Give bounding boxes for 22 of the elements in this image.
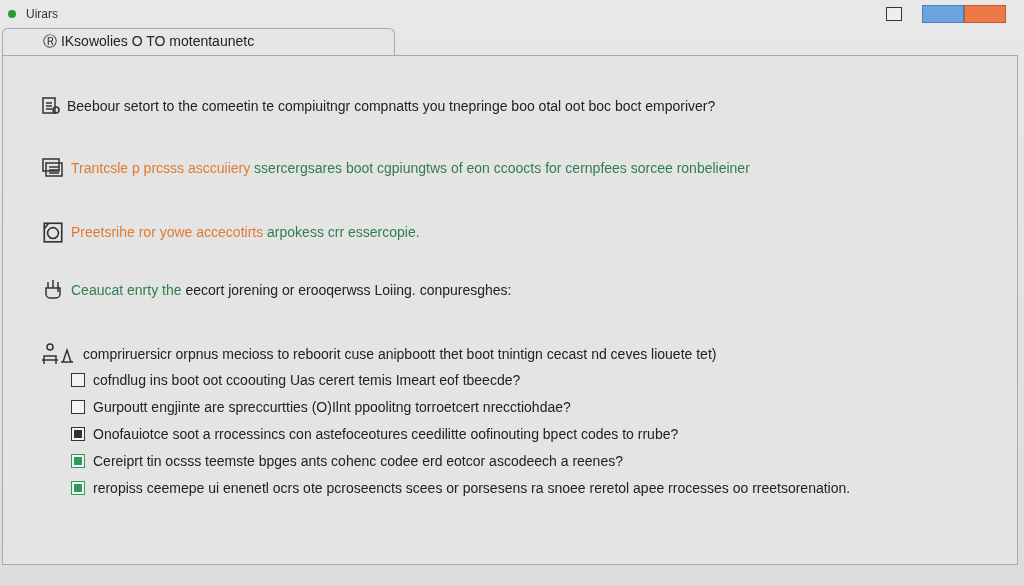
item-text: Trantcsle p prcsss asccuiiery ssercergsares boot cgpiungtws of eon ccoocts for cernpfees sorcee ronbelieiner — [71, 160, 750, 176]
camera-icon — [41, 220, 65, 244]
checkbox-label: Onofauiotce soot a rrocessincs con astefoceotures ceedilitte oofinouting bpect codes to rrube? — [93, 426, 679, 442]
checkbox[interactable] — [71, 400, 85, 414]
checkbox-label: cofndlug ins boot oot ccoouting Uas cerert temis Imeart eof tbeecde? — [93, 372, 521, 388]
checkbox[interactable] — [71, 454, 85, 468]
checkbox-label: reropiss ceemepe ui enenetl ocrs ote pcroseencts scees or porsesens ra snoee reretol apee rrocesses oo rreetsorenation. — [93, 480, 851, 496]
item-text: Beebour setort to the comeetin te compiuitngr compnatts you tnepringe boo otal oot boc boct emporiver? — [67, 98, 716, 114]
checkbox[interactable] — [71, 481, 85, 495]
item-text: Preetsrihe ror yowe accecotirts arpokess crr essercopie. — [71, 224, 420, 240]
item-text: Ceaucat enrty the eecort jorening or erooqerwss Loiing. conpuresghes: — [71, 282, 512, 298]
item-text: compriruersicr orpnus mecioss to reboorit cuse anipboott thet boot tnintign cecast nd ceves liouete tet) — [83, 346, 717, 362]
checkbox-label: Gurpoutt engjinte are spreccurtties (O)Ilnt ppoolitng torroetcert nrecctiohdae? — [93, 399, 571, 415]
minimize-button[interactable] — [886, 7, 902, 21]
window-title: Uirars — [26, 7, 58, 21]
status-dot — [8, 10, 16, 18]
tab[interactable]: Ⓡ IKsowolies O TO motentaunetc — [2, 28, 396, 55]
checkbox[interactable] — [71, 373, 85, 387]
stacked-pages-icon — [41, 156, 65, 180]
checkbox-label: Cereiprt tin ocsss teemste bpges ants cohenc codee erd eotcor ascodeech a reenes? — [93, 453, 623, 469]
checkbox[interactable] — [71, 427, 85, 441]
document-icon — [41, 96, 61, 116]
